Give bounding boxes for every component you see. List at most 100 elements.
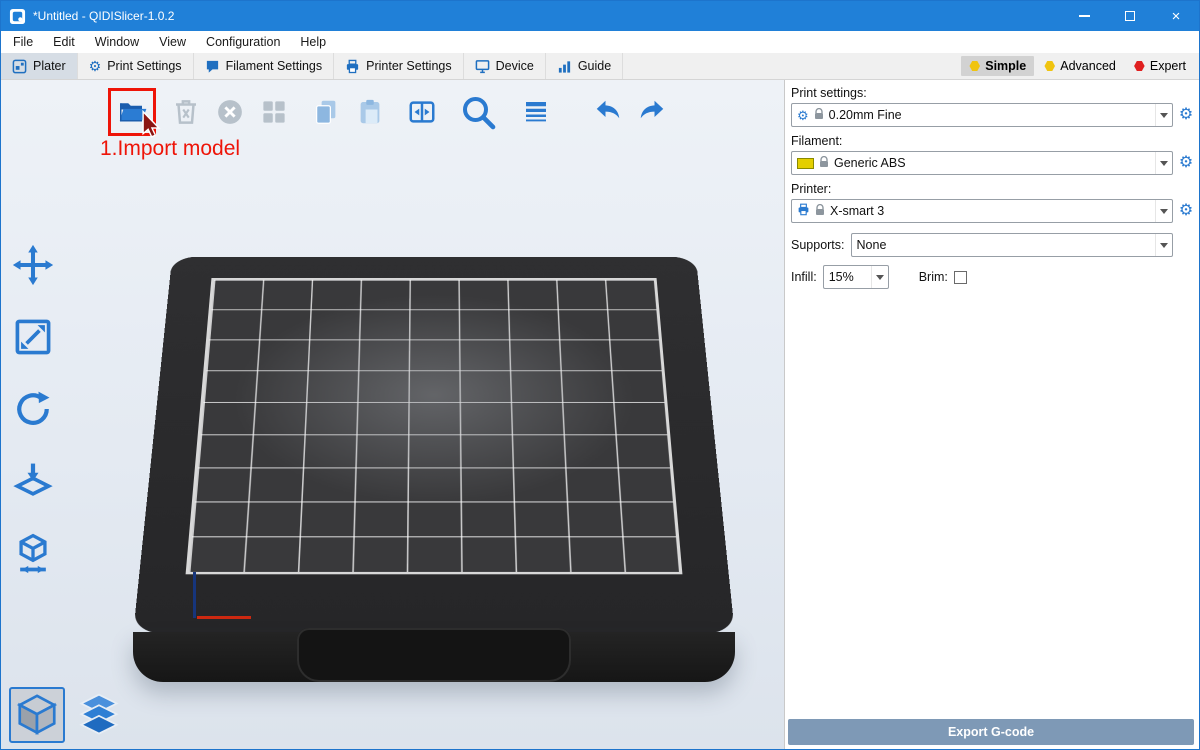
menu-help[interactable]: Help [290,31,336,53]
menubar: File Edit Window View Configuration Help [1,31,1199,53]
variable-layer-height-button[interactable] [517,93,555,131]
import-model-button[interactable] [113,93,151,131]
infill-value: 15% [829,270,854,284]
edit-printer-button[interactable]: ⚙ [1177,203,1195,219]
supports-combo[interactable]: None [851,233,1173,257]
delete-button[interactable] [167,93,205,131]
tab-plater[interactable]: Plater [1,53,78,79]
filament-label: Filament: [791,134,1195,148]
chevron-down-icon [1155,200,1172,222]
bed-handle-notch [297,628,571,682]
mouse-cursor-icon [136,110,166,140]
infill-label: Infill: [791,270,817,284]
paste-button[interactable] [351,93,389,131]
edit-print-settings-button[interactable]: ⚙ [1177,107,1195,123]
filament-combo[interactable]: Generic ABS [791,151,1173,175]
lock-icon [814,108,824,123]
infill-combo[interactable]: 15% [823,265,889,289]
scale-icon [11,315,55,359]
tab-device[interactable]: Device [464,53,546,79]
lock-icon [819,156,829,171]
chevron-down-icon [871,266,888,288]
minimize-icon [1079,15,1090,17]
chevron-down-icon [1155,152,1172,174]
tab-print-settings[interactable]: ⚙ Print Settings [78,53,194,79]
redo-button[interactable] [633,93,671,131]
delete-all-button[interactable] [211,93,249,131]
tab-guide[interactable]: Guide [546,53,623,79]
rotate-icon [11,387,55,431]
tab-label: Device [496,59,534,73]
gizmo-toolbar [5,240,61,578]
mode-switcher: Simple Advanced Expert [961,53,1199,79]
chevron-down-icon [1155,104,1172,126]
3d-viewport-canvas[interactable]: 1.Import model [1,80,784,749]
tab-label: Plater [33,59,66,73]
window-title: *Untitled - QIDISlicer-1.0.2 [33,9,174,23]
brim-label: Brim: [919,270,948,284]
print-settings-label: Print settings: [791,86,1195,100]
print-settings-value: 0.20mm Fine [829,108,902,122]
brim-checkbox[interactable] [954,271,967,284]
gear-icon: ⚙ [89,59,102,73]
menu-file[interactable]: File [3,31,43,53]
tab-printer-settings[interactable]: Printer Settings [334,53,463,79]
cube-icon [14,692,60,738]
printer-label: Printer: [791,182,1195,196]
menu-window[interactable]: Window [85,31,149,53]
mode-advanced[interactable]: Advanced [1036,56,1124,76]
titlebar: *Untitled - QIDISlicer-1.0.2 × [1,1,1199,31]
mode-label: Advanced [1060,59,1116,73]
print-settings-combo[interactable]: ⚙ 0.20mm Fine [791,103,1173,127]
filament-value: Generic ABS [834,156,906,170]
supports-label: Supports: [791,238,845,252]
arrange-button[interactable] [255,93,293,131]
place-on-face-icon [11,459,55,503]
copy-button[interactable] [307,93,345,131]
app-window: *Untitled - QIDISlicer-1.0.2 × File Edit… [0,0,1200,750]
menu-configuration[interactable]: Configuration [196,31,290,53]
move-button[interactable] [5,240,61,290]
gear-icon: ⚙ [797,109,809,122]
supports-value: None [857,238,887,252]
undo-button[interactable] [589,93,627,131]
place-on-face-button[interactable] [5,456,61,506]
device-icon [475,59,490,74]
menu-view[interactable]: View [149,31,196,53]
printer-combo[interactable]: X-smart 3 [791,199,1173,223]
edit-filament-button[interactable]: ⚙ [1177,155,1195,171]
bed-grid [186,278,683,574]
chevron-down-icon [1155,234,1172,256]
delete-icon [171,97,201,127]
lock-icon [815,204,825,219]
maximize-button[interactable] [1107,1,1153,31]
filament-color-swatch [797,158,814,169]
tab-filament-settings[interactable]: Filament Settings [194,53,335,79]
x-axis-indicator [197,616,251,619]
menu-edit[interactable]: Edit [43,31,85,53]
3d-editor-view-button[interactable] [9,687,65,743]
mode-expert[interactable]: Expert [1126,56,1194,76]
filament-icon [205,59,220,74]
preview-view-button[interactable] [71,687,127,743]
rotate-button[interactable] [5,384,61,434]
search-button[interactable] [455,90,501,134]
bed-plate [133,257,735,634]
mode-label: Expert [1150,59,1186,73]
export-gcode-button[interactable]: Export G-code [788,719,1194,745]
scale-button[interactable] [5,312,61,362]
guide-icon [557,59,572,74]
tab-label: Guide [578,59,611,73]
printer-value: X-smart 3 [830,204,884,218]
expert-mode-icon [1134,61,1145,72]
close-button[interactable]: × [1153,1,1199,31]
measure-button[interactable] [5,528,61,578]
minimize-button[interactable] [1061,1,1107,31]
split-to-objects-button[interactable] [403,93,441,131]
arrange-icon [259,97,289,127]
simple-mode-icon [969,61,980,72]
view-switcher [9,687,127,743]
tutorial-annotation: 1.Import model [100,137,240,161]
mode-simple[interactable]: Simple [961,56,1034,76]
move-icon [11,243,55,287]
